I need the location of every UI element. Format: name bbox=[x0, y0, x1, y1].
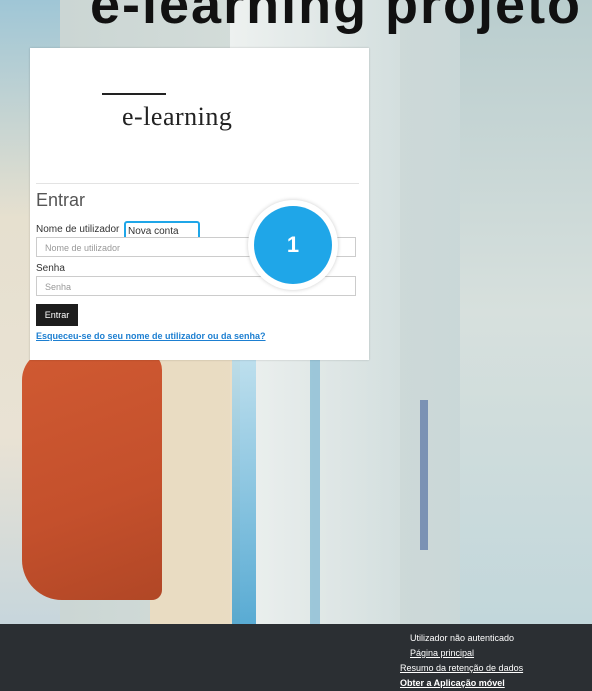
login-card: e-learning Entrar Nome de utilizador Nov… bbox=[30, 48, 369, 360]
paint-orange-block bbox=[22, 350, 162, 600]
mobile-app-link[interactable]: Obter a Aplicação móvel bbox=[400, 678, 505, 688]
paint-blue-stroke bbox=[420, 400, 428, 550]
login-title: Entrar bbox=[36, 190, 86, 210]
username-label: Nome de utilizador bbox=[36, 224, 120, 235]
data-retention-link[interactable]: Resumo da retenção de dados bbox=[400, 663, 523, 673]
site-logo: e-learning bbox=[122, 102, 233, 131]
step-callout: 1 bbox=[248, 200, 338, 290]
home-link[interactable]: Página principal bbox=[410, 648, 474, 658]
step-number: 1 bbox=[254, 206, 332, 284]
login-status: Utilizador não autenticado bbox=[410, 633, 515, 643]
logo-line bbox=[102, 93, 166, 95]
login-button[interactable]: Entrar bbox=[36, 304, 78, 326]
footer: Utilizador não autenticado Página princi… bbox=[0, 624, 592, 691]
paint-band bbox=[460, 0, 592, 624]
forgot-password-link[interactable]: Esqueceu-se do seu nome de utilizador ou… bbox=[36, 331, 266, 341]
paint-band bbox=[150, 360, 240, 624]
site-heading: e-learning projeto bbox=[90, 0, 583, 35]
paint-blue-stroke bbox=[232, 360, 256, 624]
password-label: Senha bbox=[36, 263, 65, 274]
divider bbox=[36, 183, 359, 184]
